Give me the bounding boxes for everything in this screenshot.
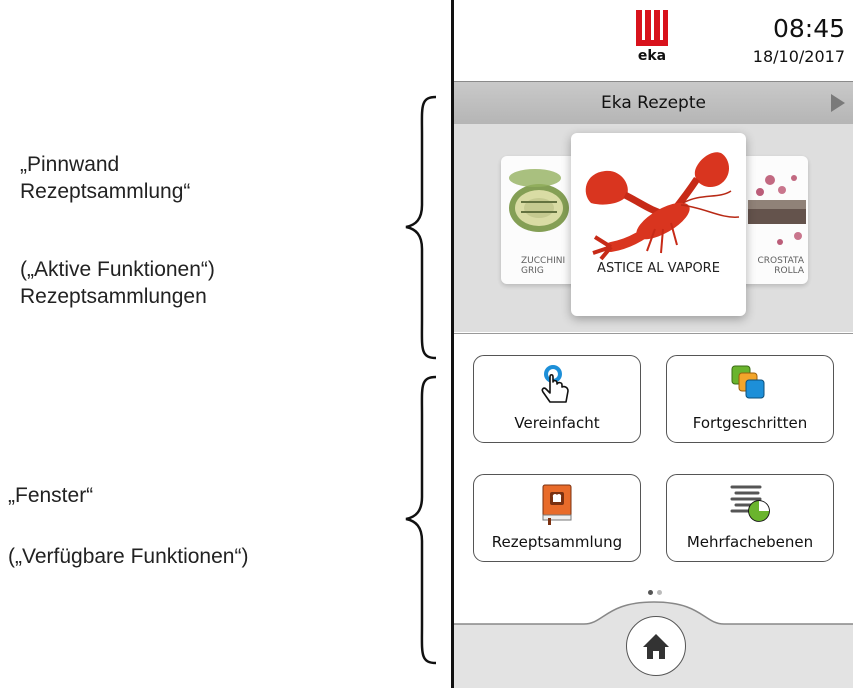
header: eka 08:45 18/10/2017	[454, 0, 853, 80]
function-window: Vereinfacht Fortgeschritten Rezeptsammlu…	[454, 333, 853, 595]
stacked-squares-icon	[731, 365, 765, 399]
card-label-astice: ASTICE AL VAPORE	[597, 261, 720, 276]
brace-bottom-icon	[405, 375, 437, 665]
tile-mehrfachebenen[interactable]: Mehrfachebenen	[666, 474, 834, 562]
eka-logo: eka	[636, 10, 668, 62]
annotation-top-subtitle: („Aktive Funktionen“) Rezeptsammlungen	[20, 258, 215, 308]
bottom-bar	[454, 594, 853, 688]
recipe-carousel[interactable]: ZUCCHINI GRIG CROSTATA ROLLA ASTICE AL V…	[454, 124, 853, 332]
play-arrow-icon[interactable]	[831, 94, 845, 112]
tile-fortgeschritten[interactable]: Fortgeschritten	[666, 355, 834, 443]
titlebar-title: Eka Rezepte	[601, 93, 706, 113]
tile-label-fortgeschritten: Fortgeschritten	[692, 414, 808, 432]
clock-date: 18/10/2017	[752, 47, 845, 66]
brace-top-icon	[405, 95, 437, 360]
multi-level-timer-icon	[730, 485, 770, 522]
tile-rezeptsammlung[interactable]: Rezeptsammlung	[473, 474, 641, 562]
annotation-bottom-subtitle: („Verfügbare Funktionen“)	[8, 545, 249, 568]
clock-time: 08:45	[772, 14, 845, 43]
device-screen: eka 08:45 18/10/2017 Eka Rezepte ZUCCHIN…	[451, 0, 853, 688]
device-left-border	[451, 0, 454, 688]
annotation-top-title: „Pinnwand Rezeptsammlung“	[20, 153, 191, 203]
home-button[interactable]	[626, 616, 686, 676]
tile-label-rezeptsammlung: Rezeptsammlung	[491, 533, 623, 551]
tile-label-vereinfacht: Vereinfacht	[514, 414, 600, 432]
logo-text: eka	[638, 48, 666, 62]
tile-vereinfacht[interactable]: Vereinfacht	[473, 355, 641, 443]
recipe-titlebar: Eka Rezepte	[454, 81, 853, 125]
recipe-card-astice[interactable]: ASTICE AL VAPORE	[571, 133, 746, 316]
hand-pointer-icon	[541, 365, 569, 403]
lobster-image	[585, 152, 740, 261]
annotation-bottom-title: „Fenster“	[8, 484, 94, 507]
recipe-book-icon	[542, 484, 572, 525]
tile-label-mehrfachebenen: Mehrfachebenen	[686, 533, 814, 551]
home-icon	[643, 634, 669, 659]
